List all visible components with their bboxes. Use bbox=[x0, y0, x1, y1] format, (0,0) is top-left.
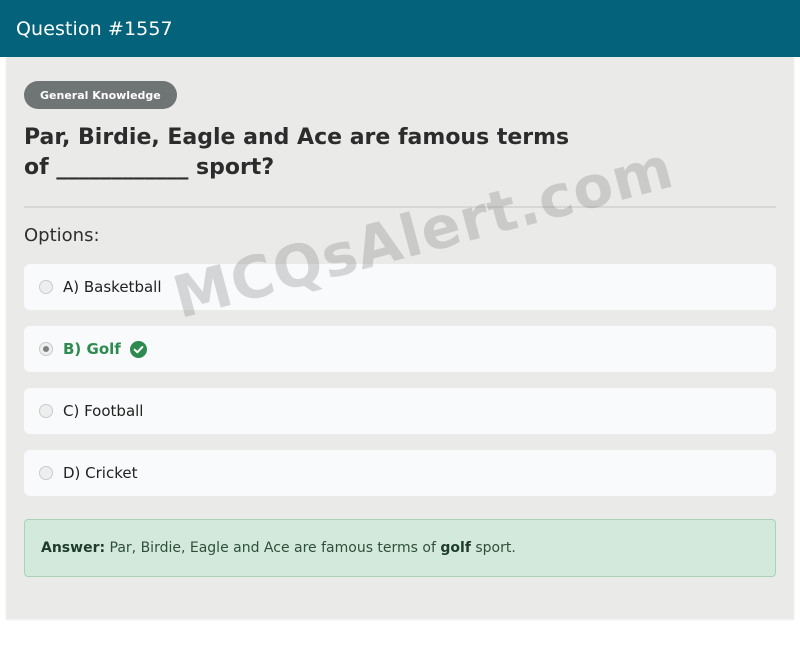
option-a-label: A) Basketball bbox=[63, 278, 162, 296]
answer-text-before: Par, Birdie, Eagle and Ace are famous te… bbox=[105, 540, 441, 556]
option-c[interactable]: C) Football bbox=[24, 388, 776, 434]
option-a[interactable]: A) Basketball bbox=[24, 264, 776, 310]
option-c-radio[interactable] bbox=[39, 404, 53, 418]
check-circle-icon bbox=[129, 340, 147, 358]
option-b-radio[interactable] bbox=[39, 342, 53, 356]
question-text: Par, Birdie, Eagle and Ace are famous te… bbox=[24, 125, 570, 180]
question-number-title: Question #1557 bbox=[16, 17, 173, 40]
page-header: Question #1557 bbox=[0, 0, 800, 57]
option-c-label: C) Football bbox=[63, 402, 144, 420]
answer-prefix: Answer: bbox=[41, 540, 106, 556]
option-d-radio[interactable] bbox=[39, 466, 53, 480]
option-d-label: D) Cricket bbox=[63, 464, 138, 482]
answer-box: Answer: Par, Birdie, Eagle and Ace are f… bbox=[24, 519, 776, 577]
divider bbox=[24, 206, 776, 208]
question-card: General Knowledge Par, Birdie, Eagle and… bbox=[6, 57, 794, 619]
answer-highlight: golf bbox=[440, 540, 471, 556]
answer-text-after: sport. bbox=[470, 540, 516, 556]
option-a-radio[interactable] bbox=[39, 280, 53, 294]
option-b-label: B) Golf bbox=[63, 340, 121, 358]
option-d[interactable]: D) Cricket bbox=[24, 450, 776, 496]
option-b[interactable]: B) Golf bbox=[24, 326, 776, 372]
category-badge[interactable]: General Knowledge bbox=[24, 81, 177, 109]
options-label: Options: bbox=[24, 225, 100, 246]
